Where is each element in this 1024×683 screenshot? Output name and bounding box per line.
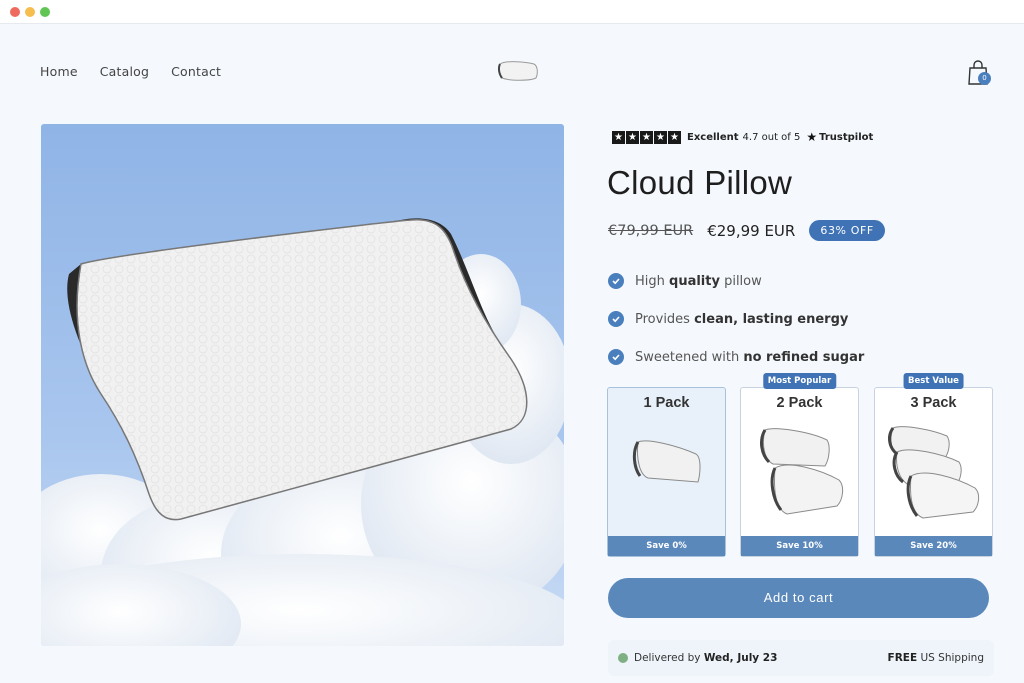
nav-home[interactable]: Home [40, 64, 78, 79]
benefit-text-bold: clean, lasting energy [694, 311, 849, 327]
benefit-text: Sweetened with no refined sugar [635, 350, 864, 365]
benefit-text: High quality pillow [635, 274, 762, 289]
pack-savings: Save 10% [741, 536, 858, 556]
pack-title: 2 Pack [776, 395, 823, 411]
pack-option-3[interactable]: Best Value 3 Pack Save 20% [874, 373, 993, 557]
benefit-text-bold: quality [669, 273, 720, 289]
pack-2-pillow-image [760, 428, 844, 515]
star-icon: ★ [654, 130, 667, 144]
star-icon: ★ [640, 130, 653, 144]
pack-1-pillow-image [632, 440, 701, 483]
shipping-free-label: FREE [887, 652, 918, 664]
benefit-text-post: pillow [719, 273, 762, 289]
main-nav: Home Catalog Contact [40, 64, 221, 79]
pack-option-2[interactable]: Most Popular 2 Pack Save 10% [740, 373, 859, 557]
pack-option-1[interactable]: 1 Pack Save 0% [607, 387, 726, 557]
check-icon [608, 311, 624, 327]
star-icon: ★ [612, 130, 625, 144]
delivery-status-dot [618, 653, 628, 663]
delivery-date: Wed, July 23 [703, 652, 778, 664]
pack-savings: Save 0% [608, 536, 725, 556]
benefit-item: High quality pillow [608, 262, 864, 300]
pack-3-pillow-image [888, 426, 980, 519]
best-value-badge: Best Value [903, 373, 964, 389]
pack-savings: Save 20% [875, 536, 992, 556]
shipping-text: FREE US Shipping [888, 652, 984, 664]
cart-count-badge: 0 [978, 72, 991, 85]
benefit-text-pre: Provides [635, 311, 695, 327]
star-icon: ★ [668, 130, 681, 144]
benefit-text: Provides clean, lasting energy [635, 312, 848, 327]
pack-title: 3 Pack [910, 395, 957, 411]
minimize-window-button[interactable] [25, 7, 35, 17]
rating-label: Excellent [687, 131, 739, 143]
rating-score: 4.7 out of 5 [742, 131, 801, 143]
price-row: €79,99 EUR €29,99 EUR 63% OFF [608, 220, 885, 241]
rating-stars: ★ ★ ★ ★ ★ [612, 130, 681, 144]
benefit-text-pre: Sweetened with [635, 349, 744, 365]
trustpilot-logo: ★ Trustpilot [806, 130, 873, 144]
store-logo[interactable] [496, 54, 540, 90]
benefit-text-bold: no refined sugar [743, 349, 865, 365]
window-chrome [0, 0, 1024, 24]
trustpilot-name: Trustpilot [819, 131, 874, 143]
maximize-window-button[interactable] [40, 7, 50, 17]
delivery-label: Delivered by [634, 652, 704, 664]
nav-contact[interactable]: Contact [171, 64, 221, 79]
original-price: €79,99 EUR [608, 222, 694, 239]
star-icon: ★ [626, 130, 639, 144]
product-title: Cloud Pillow [607, 164, 793, 201]
benefits-list: High quality pillow Provides clean, last… [608, 262, 864, 376]
benefit-item: Sweetened with no refined sugar [608, 338, 864, 376]
product-image[interactable] [41, 124, 564, 646]
delivery-info: Delivered by Wed, July 23 FREE US Shippi… [608, 640, 994, 676]
sale-price: €29,99 EUR [707, 221, 796, 240]
pack-title: 1 Pack [643, 395, 690, 411]
add-to-cart-button[interactable]: Add to cart [608, 578, 989, 618]
pillow-in-sky-image [41, 124, 564, 646]
nav-catalog[interactable]: Catalog [100, 64, 149, 79]
delivery-date-text: Delivered by Wed, July 23 [634, 652, 888, 664]
check-icon [608, 349, 624, 365]
shipping-region: US Shipping [917, 652, 984, 664]
trustpilot-rating[interactable]: ★ ★ ★ ★ ★ Excellent 4.7 out of 5 ★ Trustpi… [612, 130, 873, 144]
benefit-text-pre: High [635, 273, 670, 289]
product-page: Home Catalog Contact 0 ★ ★ ★ ★ ★ Excelle… [0, 24, 1024, 683]
most-popular-badge: Most Popular [762, 373, 837, 389]
close-window-button[interactable] [10, 7, 20, 17]
trustpilot-star-icon: ★ [806, 130, 818, 144]
rating-text: Excellent 4.7 out of 5 [687, 132, 800, 143]
check-icon [608, 273, 624, 289]
pack-selector: 1 Pack Save 0% Most Popular 2 Pack Save … [607, 373, 993, 557]
discount-badge: 63% OFF [809, 220, 885, 241]
benefit-item: Provides clean, lasting energy [608, 300, 864, 338]
